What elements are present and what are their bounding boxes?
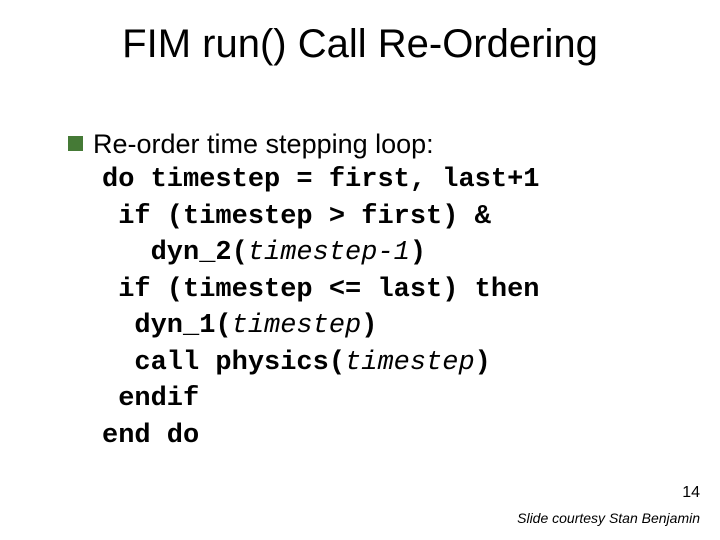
code-line: do timestep = first, last+1 bbox=[102, 165, 539, 195]
code-line: dyn_2( bbox=[102, 238, 248, 268]
bullet-text: Re-order time stepping loop: bbox=[93, 126, 434, 162]
code-line: end do bbox=[102, 421, 199, 451]
code-line: call physics( bbox=[102, 348, 345, 378]
bullet-icon bbox=[68, 136, 83, 151]
code-block: do timestep = first, last+1 if (timestep… bbox=[102, 162, 680, 454]
code-arg: timestep bbox=[345, 348, 475, 378]
slide-credit: Slide courtesy Stan Benjamin bbox=[517, 510, 700, 526]
slide-body: Re-order time stepping loop: do timestep… bbox=[68, 126, 680, 454]
code-line: ) bbox=[361, 311, 377, 341]
code-line: if (timestep <= last) then bbox=[102, 275, 539, 305]
slide-title: FIM run() Call Re-Ordering bbox=[0, 22, 720, 67]
code-line: ) bbox=[410, 238, 426, 268]
code-line: ) bbox=[475, 348, 491, 378]
code-line: dyn_1( bbox=[102, 311, 232, 341]
page-number: 14 bbox=[682, 484, 700, 502]
code-arg: timestep bbox=[232, 311, 362, 341]
code-line: if (timestep > first) & bbox=[102, 202, 491, 232]
slide: FIM run() Call Re-Ordering Re-order time… bbox=[0, 0, 720, 540]
code-arg: timestep-1 bbox=[248, 238, 410, 268]
code-line: endif bbox=[102, 384, 199, 414]
bullet-item: Re-order time stepping loop: bbox=[68, 126, 680, 162]
